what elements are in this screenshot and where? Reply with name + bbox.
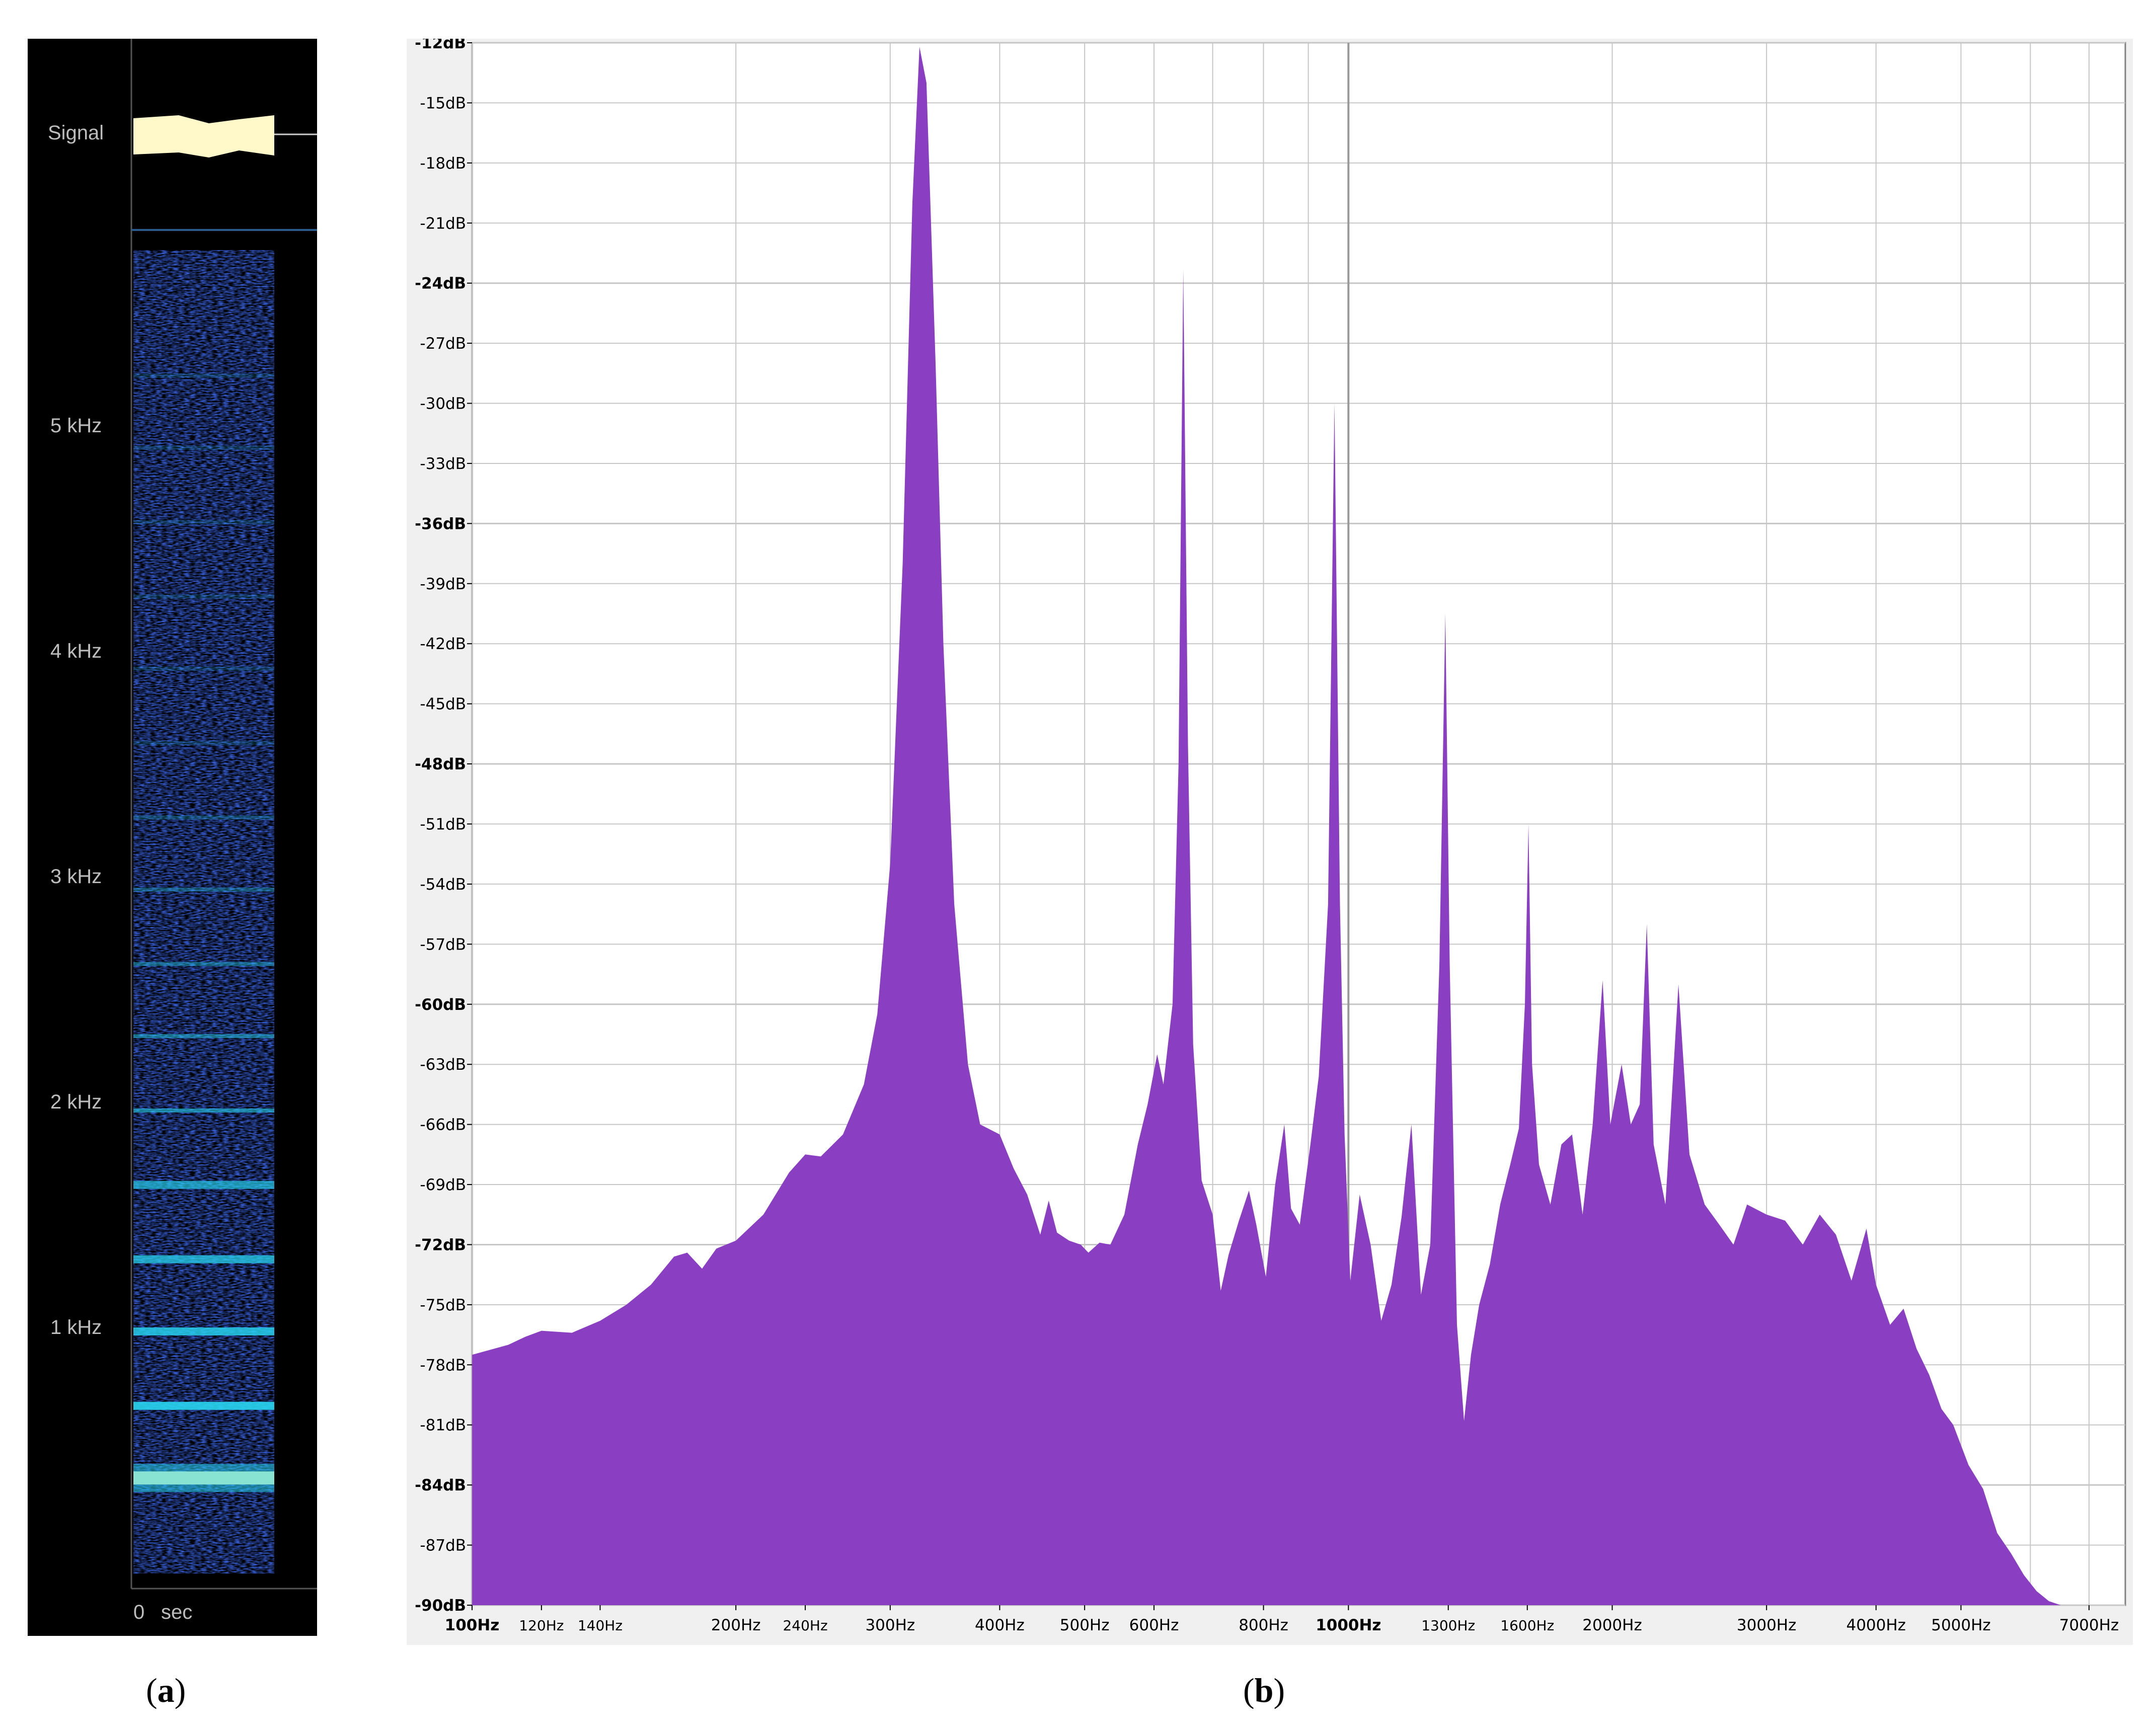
harmonic-band-2 [133,1401,274,1410]
x-tick-label-600: 600Hz [1129,1616,1179,1634]
freq-tick-label-3khz: 3 kHz [50,865,102,888]
x-tick-label-300: 300Hz [865,1616,915,1634]
y-axis-ticks: -12dB -15dB -18dB -21dB -24dB -27dB -30dB -33dB… [415,39,472,1615]
spectrogram-svg: Signal 5 kHz 4 kHz 3 kHz 2 kHz 1 kHz 0 sec [48,39,317,1623]
y-tick-label-81: -81dB [420,1416,466,1435]
x-tick-label-3000: 3000Hz [1737,1616,1796,1634]
y-tick-label-18: -18dB [420,154,466,173]
x-tick-label-5000: 5000Hz [1931,1616,1990,1634]
x-tick-label-140: 140Hz [578,1617,623,1634]
y-tick-label-15: -15dB [420,94,466,112]
freq-tick-label-5khz: 5 kHz [50,415,102,437]
y-tick-label-36: -36dB [415,515,466,533]
y-tick-label-57: -57dB [420,935,466,954]
harmonic-band-7 [133,1034,274,1039]
spectrum-svg: -12dB -15dB -18dB -21dB -24dB -27dB -30dB -33dB… [415,39,2126,1634]
x-tick-label-1600: 1600Hz [1500,1617,1554,1634]
x-tick-label-100: 100Hz [445,1616,500,1634]
y-tick-label-84: -84dB [415,1476,466,1494]
freq-tick-label-4khz: 4 kHz [50,640,102,662]
y-tick-label-48: -48dB [415,755,466,773]
harmonic-band-10 [133,815,274,820]
x-tick-label-120: 120Hz [519,1617,564,1634]
harmonic-band-13 [133,594,274,599]
signal-track-label: Signal [48,122,104,144]
caption-b: (b) [1243,1671,1285,1709]
y-tick-label-54: -54dB [420,876,466,894]
y-tick-label-24: -24dB [415,275,466,293]
freq-tick-label-2khz: 2 kHz [50,1091,102,1113]
caption-a-letter: a [157,1671,175,1709]
y-tick-label-30: -30dB [420,395,466,413]
harmonic-band-9 [133,887,274,892]
harmonic-band-15 [133,445,274,450]
y-tick-label-39: -39dB [420,575,466,593]
spectrum-panel: -12dB -15dB -18dB -21dB -24dB -27dB -30dB -33dB… [407,39,2133,1645]
x-tick-label-7000: 7000Hz [2059,1616,2119,1634]
harmonic-band-5 [133,1180,274,1189]
y-tick-label-33: -33dB [420,455,466,473]
harmonic-band-4 [133,1255,274,1264]
y-tick-label-90: -90dB [415,1597,466,1615]
y-tick-label-72: -72dB [415,1236,466,1254]
y-tick-label-51: -51dB [420,816,466,834]
x-tick-label-1000: 1000Hz [1316,1616,1381,1634]
harmonic-band-8 [133,962,274,966]
time-unit-label: sec [161,1601,192,1623]
spectrogram-panel: Signal 5 kHz 4 kHz 3 kHz 2 kHz 1 kHz 0 sec [28,39,317,1636]
x-tick-label-4000: 4000Hz [1846,1616,1905,1634]
y-tick-label-87: -87dB [420,1537,466,1555]
x-tick-label-800: 800Hz [1239,1616,1288,1634]
y-tick-label-63: -63dB [420,1056,466,1074]
harmonic-band-16 [133,373,274,378]
caption-b-letter: b [1254,1671,1274,1709]
y-tick-label-45: -45dB [420,695,466,714]
time-zero-label: 0 [133,1601,144,1623]
y-tick-label-21: -21dB [420,214,466,232]
x-tick-label-2000: 2000Hz [1582,1616,1642,1634]
harmonic-band-11 [133,741,274,745]
y-tick-label-75: -75dB [420,1296,466,1314]
x-tick-label-400: 400Hz [975,1616,1025,1634]
y-tick-label-60: -60dB [415,996,466,1014]
x-tick-label-240: 240Hz [783,1617,827,1634]
y-tick-label-69: -69dB [420,1176,466,1194]
harmonic-band-3 [133,1327,274,1335]
x-tick-label-1300: 1300Hz [1421,1617,1475,1634]
harmonic-band-14 [133,520,274,524]
x-tick-label-500: 500Hz [1060,1616,1110,1634]
caption-a: (a) [146,1671,186,1709]
x-tick-label-200: 200Hz [711,1616,761,1634]
signal-waveform [133,115,274,157]
y-tick-label-27: -27dB [420,335,466,353]
freq-tick-label-1khz: 1 kHz [50,1316,102,1338]
y-tick-label-66: -66dB [420,1116,466,1134]
x-axis-ticks: 100Hz 120Hz 140Hz 200Hz 240Hz 300Hz 400Hz 500Hz… [445,1605,2119,1634]
y-tick-label-78: -78dB [420,1356,466,1374]
y-tick-label-42: -42dB [420,635,466,653]
harmonic-band-12 [133,666,274,671]
frequency-tick-labels: 5 kHz 4 kHz 3 kHz 2 kHz 1 kHz [50,415,102,1338]
y-tick-label-12: -12dB [415,39,466,52]
harmonic-band-halo [133,1464,274,1492]
harmonic-band-6 [133,1108,274,1113]
